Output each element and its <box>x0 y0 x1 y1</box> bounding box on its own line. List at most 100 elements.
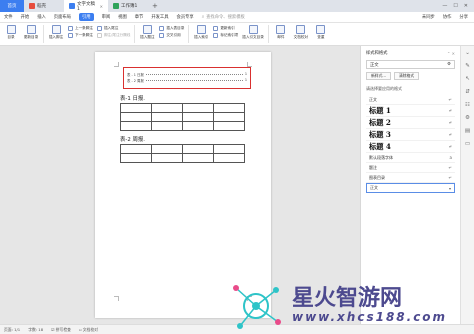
insert-index-button[interactable]: 插入索引 <box>193 25 209 40</box>
current-style-value: 正文 <box>370 62 379 68</box>
cross-reference-button[interactable]: 交叉引用 <box>159 33 184 38</box>
menu-section[interactable]: 章节 <box>135 14 144 20</box>
style-item-heading-1[interactable]: 标题 1 ↵ <box>366 105 455 117</box>
table-cell[interactable] <box>213 121 245 131</box>
doc-check-toggle[interactable]: ▫ 文档校对 <box>79 327 98 333</box>
minimize-icon[interactable]: — <box>442 3 447 9</box>
toc-entry[interactable]: 表 - 2 周报 1 <box>127 77 247 83</box>
style-item-default-font[interactable]: 默认段落字体 a <box>366 153 455 163</box>
tab-daoke-label: 稻壳 <box>37 4 46 9</box>
table-cell[interactable] <box>182 153 214 163</box>
style-item-heading-4[interactable]: 标题 4 ↵ <box>366 141 455 153</box>
menu-file[interactable]: 文件 <box>4 14 13 20</box>
table-cell[interactable] <box>213 112 245 122</box>
mark-index-button[interactable]: 标记索引项 <box>213 33 238 38</box>
table-of-figures-highlight[interactable]: 表 - 1 日报 1 表 - 2 周报 1 <box>123 67 251 89</box>
command-search[interactable]: ⌕ 查找命令、搜索模板 <box>202 14 245 21</box>
update-index-button[interactable]: 更新索引 <box>213 26 238 31</box>
table-cell[interactable] <box>182 103 214 113</box>
thesis-check-button[interactable]: 查重 <box>313 25 329 40</box>
table-cell[interactable] <box>213 103 245 113</box>
insert-footnote-button[interactable]: 插入脚注 <box>48 25 64 40</box>
weekly-report-table[interactable] <box>120 144 245 163</box>
tab-daoke[interactable]: 稻壳 <box>24 0 64 12</box>
comment-icon[interactable]: ▭ <box>465 141 470 147</box>
next-footnote-icon <box>68 33 73 38</box>
table-cell[interactable] <box>182 144 214 154</box>
collaborate-button[interactable]: 协作 <box>443 14 452 20</box>
update-toc-button[interactable]: 更新目录 <box>23 25 39 40</box>
insert-toa-button[interactable]: 插入引文目录 <box>242 25 264 40</box>
tab-home[interactable]: 首页 <box>0 0 24 12</box>
insert-endnote-button[interactable]: 插入尾注 <box>96 26 130 31</box>
pin-icon[interactable]: ⌃ ✕ <box>447 51 455 56</box>
word-count[interactable]: 字数: 18 <box>28 327 43 333</box>
page-count[interactable]: 页面: 1/1 <box>4 327 20 333</box>
menu-member[interactable]: 会员专享 <box>177 14 194 20</box>
menu-layout[interactable]: 页面布局 <box>54 14 71 20</box>
insert-caption-button[interactable]: 插入题注 <box>139 25 155 40</box>
style-brush-icon[interactable]: ✎ <box>465 63 470 69</box>
table-cell[interactable] <box>213 144 245 154</box>
table-cell[interactable] <box>120 144 152 154</box>
table-cell[interactable] <box>151 103 183 113</box>
menu-review[interactable]: 审阅 <box>102 14 111 20</box>
caption-heading-2[interactable]: 表-2 周报. <box>120 135 145 143</box>
table-cell[interactable] <box>182 121 214 131</box>
doc-check-label: 文档校对 <box>82 326 98 332</box>
menu-view[interactable]: 视图 <box>118 14 127 20</box>
style-item-table-of-figures[interactable]: 图表目录 ↵ <box>366 173 455 183</box>
table-cell[interactable] <box>120 121 152 131</box>
table-cell[interactable] <box>151 121 183 131</box>
style-item-heading-3[interactable]: 标题 3 ↵ <box>366 129 455 141</box>
style-item-normal[interactable]: 正文 ↵ <box>366 95 455 105</box>
tab-document[interactable]: 文字文稿1 ✕ <box>64 0 108 12</box>
spell-check-toggle[interactable]: ☑ 拼写检查 <box>51 327 71 333</box>
maximize-icon[interactable]: ☐ <box>453 3 457 9</box>
sync-status[interactable]: 未同步 <box>422 14 435 20</box>
table-cell[interactable] <box>120 112 152 122</box>
footnote-separator-button[interactable]: 脚注/尾注分隔线 <box>96 33 130 38</box>
select-cursor-icon[interactable]: ↖ <box>465 76 470 82</box>
insert-footnote-label: 插入脚注 <box>48 35 64 39</box>
expand-icon[interactable]: ⌄ <box>465 50 470 56</box>
style-item-normal-selected[interactable]: 正文 ▾ <box>366 183 455 193</box>
menu-home[interactable]: 开始 <box>21 14 30 20</box>
menu-insert[interactable]: 插入 <box>37 14 46 20</box>
layout-icon[interactable]: ⇵ <box>465 89 470 95</box>
caption-heading-1[interactable]: 表-1 日报. <box>120 94 145 102</box>
daily-report-table[interactable] <box>120 103 245 131</box>
insert-table-of-figures-button[interactable]: 插入表目录 <box>159 26 184 31</box>
table-cell[interactable] <box>120 103 152 113</box>
table-cell[interactable] <box>151 153 183 163</box>
settings-icon[interactable]: ⚙ <box>465 115 470 121</box>
close-window-icon[interactable]: ✕ <box>464 3 468 9</box>
table-cell[interactable] <box>120 153 152 163</box>
clear-format-button[interactable]: 清除格式 <box>394 72 420 80</box>
mailing-button[interactable]: 邮件 <box>273 25 289 40</box>
new-style-button[interactable]: 新样式... <box>366 72 392 80</box>
table-cell[interactable] <box>151 144 183 154</box>
style-list: 正文 ↵ 标题 1 ↵ 标题 2 ↵ 标题 3 ↵ 标题 4 ↵ 默认段落字体 a 题注 ↵ … <box>366 95 455 193</box>
table-cell[interactable] <box>182 112 214 122</box>
adjust-icon[interactable]: ☷ <box>465 102 470 108</box>
dropdown-arrow-icon[interactable]: ▾ <box>449 186 451 191</box>
menu-references[interactable]: 引用 <box>78 13 94 21</box>
share-button[interactable]: 分享 <box>459 14 468 20</box>
toc-button[interactable]: 目录 <box>3 25 19 40</box>
next-footnote-button[interactable]: 下一条脚注 <box>68 33 93 38</box>
ribbon-divider <box>267 25 269 43</box>
current-style-field[interactable]: 正文 ⚙ <box>366 60 455 69</box>
table-cell[interactable] <box>151 112 183 122</box>
translate-icon[interactable]: ▤ <box>465 128 470 134</box>
prev-footnote-button[interactable]: 上一条脚注 <box>68 26 93 31</box>
menu-developer[interactable]: 开发工具 <box>151 14 168 20</box>
style-item-caption[interactable]: 题注 ↵ <box>366 163 455 173</box>
doc-comparison-button[interactable]: 文档校对 <box>293 25 309 40</box>
add-tab-button[interactable]: + <box>148 0 162 12</box>
table-cell[interactable] <box>213 153 245 163</box>
style-item-heading-2[interactable]: 标题 2 ↵ <box>366 117 455 129</box>
tab-workbook[interactable]: 工作簿1 <box>108 0 148 12</box>
style-options-icon[interactable]: ⚙ <box>447 62 451 67</box>
close-tab-icon[interactable]: ✕ <box>100 4 103 9</box>
